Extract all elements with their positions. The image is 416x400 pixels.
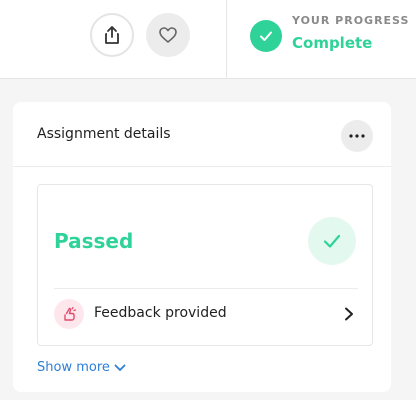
more-icon [349, 134, 365, 138]
card-title: Assignment details [37, 126, 171, 142]
feedback-icon [54, 299, 84, 329]
card-divider [13, 166, 391, 167]
assignment-details-card: Assignment details Passed Feedback provi… [13, 102, 391, 392]
share-icon [105, 26, 119, 44]
status-text: Passed [54, 229, 134, 253]
heart-icon [159, 27, 177, 43]
check-icon [260, 31, 272, 41]
show-more-label: Show more [37, 360, 110, 375]
progress-label: YOUR PROGRESS [292, 14, 410, 27]
top-bar: YOUR PROGRESS Complete [0, 0, 416, 79]
feedback-row[interactable]: Feedback provided [54, 297, 358, 331]
chevron-right-icon [342, 306, 356, 322]
share-button[interactable] [90, 13, 134, 57]
panel-divider [54, 288, 358, 289]
progress-check-badge [250, 20, 282, 52]
check-icon [323, 234, 341, 248]
more-options-button[interactable] [341, 120, 373, 152]
feedback-label: Feedback provided [94, 305, 227, 321]
result-panel: Passed Feedback provided [37, 184, 373, 346]
chevron-down-icon [114, 364, 126, 371]
header-divider [226, 0, 227, 79]
progress-value: Complete [292, 34, 373, 52]
like-button[interactable] [146, 13, 190, 57]
status-check-badge [308, 217, 356, 265]
show-more-link[interactable]: Show more [37, 360, 126, 375]
